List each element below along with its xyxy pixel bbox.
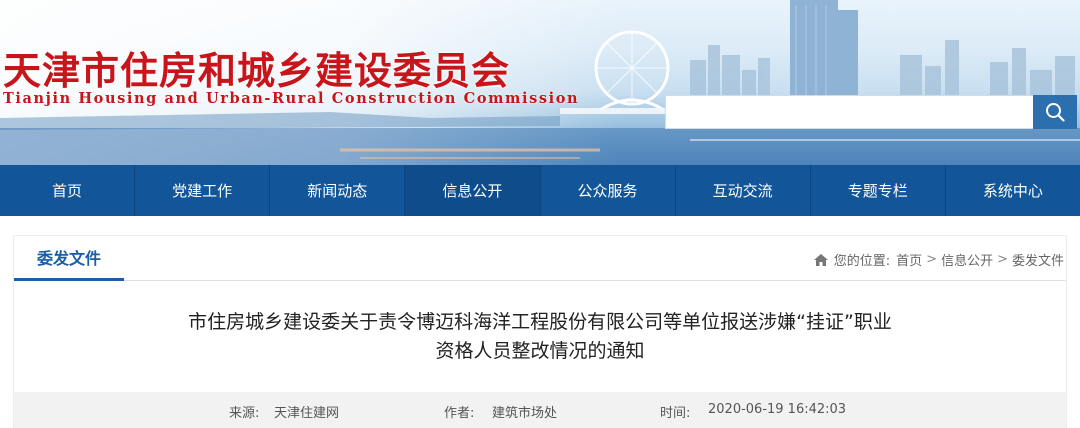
search-button[interactable] [1033,95,1077,129]
time-value: 2020-06-19 16:42:03 [708,402,847,417]
nav-item-public-service[interactable]: 公众服务 [541,165,676,216]
nav-item-special-topics[interactable]: 专题专栏 [811,165,946,216]
site-subtitle-en: Tianjin Housing and Urban-Rural Construc… [3,90,580,107]
header-banner: 天津市住房和城乡建设委员会 Tianjin Housing and Urban-… [0,0,1080,165]
site-title: 天津市住房和城乡建设委员会 [3,48,511,93]
breadcrumb-home[interactable]: 首页 [896,250,922,269]
search-input[interactable] [665,95,1033,129]
nav-item-party-building[interactable]: 党建工作 [135,165,271,216]
nav-item-system-center[interactable]: 系统中心 [946,165,1080,216]
tab-committee-documents[interactable]: 委发文件 [14,236,124,281]
search-icon [1046,103,1065,122]
article-meta: 来源: 天津住建网 作者: 建筑市场处 时间: 2020-06-19 16:42… [14,392,1066,428]
nav-item-news[interactable]: 新闻动态 [270,165,406,216]
author-label: 作者: [444,406,475,421]
breadcrumb-committee-documents[interactable]: 委发文件 [1012,250,1064,269]
section-tabbar: 委发文件 您的位置: 首页 > 信息公开 > 委发文件 [14,236,1066,281]
breadcrumb-prefix: 您的位置: [833,254,891,269]
home-icon [813,253,828,266]
breadcrumb: 您的位置: 首页 > 信息公开 > 委发文件 [813,250,1064,269]
breadcrumb-separator: > [997,252,1008,267]
source-label: 来源: [229,406,260,421]
nav-item-interaction[interactable]: 互动交流 [676,165,811,216]
article-title-line-2: 资格人员整改情况的通知 [435,340,645,362]
article-title-line-1: 市住房城乡建设委关于责令博迈科海洋工程股份有限公司等单位报送涉嫌“挂证”职业 [188,311,892,333]
article-title: 市住房城乡建设委关于责令博迈科海洋工程股份有限公司等单位报送涉嫌“挂证”职业 资… [14,308,1066,366]
nav-item-info-disclosure[interactable]: 信息公开 [405,165,541,216]
main-nav: 首页 党建工作 新闻动态 信息公开 公众服务 互动交流 专题专栏 系统中心 [0,165,1080,216]
source-value: 天津住建网 [274,406,340,421]
nav-item-home[interactable]: 首页 [0,165,136,216]
author-value: 建筑市场处 [492,406,558,421]
article-panel: 委发文件 您的位置: 首页 > 信息公开 > 委发文件 市住房城乡建设委关于责令… [13,235,1067,428]
time-label: 时间: [660,406,691,421]
breadcrumb-info-disclosure[interactable]: 信息公开 [941,250,993,269]
breadcrumb-separator: > [926,252,938,267]
